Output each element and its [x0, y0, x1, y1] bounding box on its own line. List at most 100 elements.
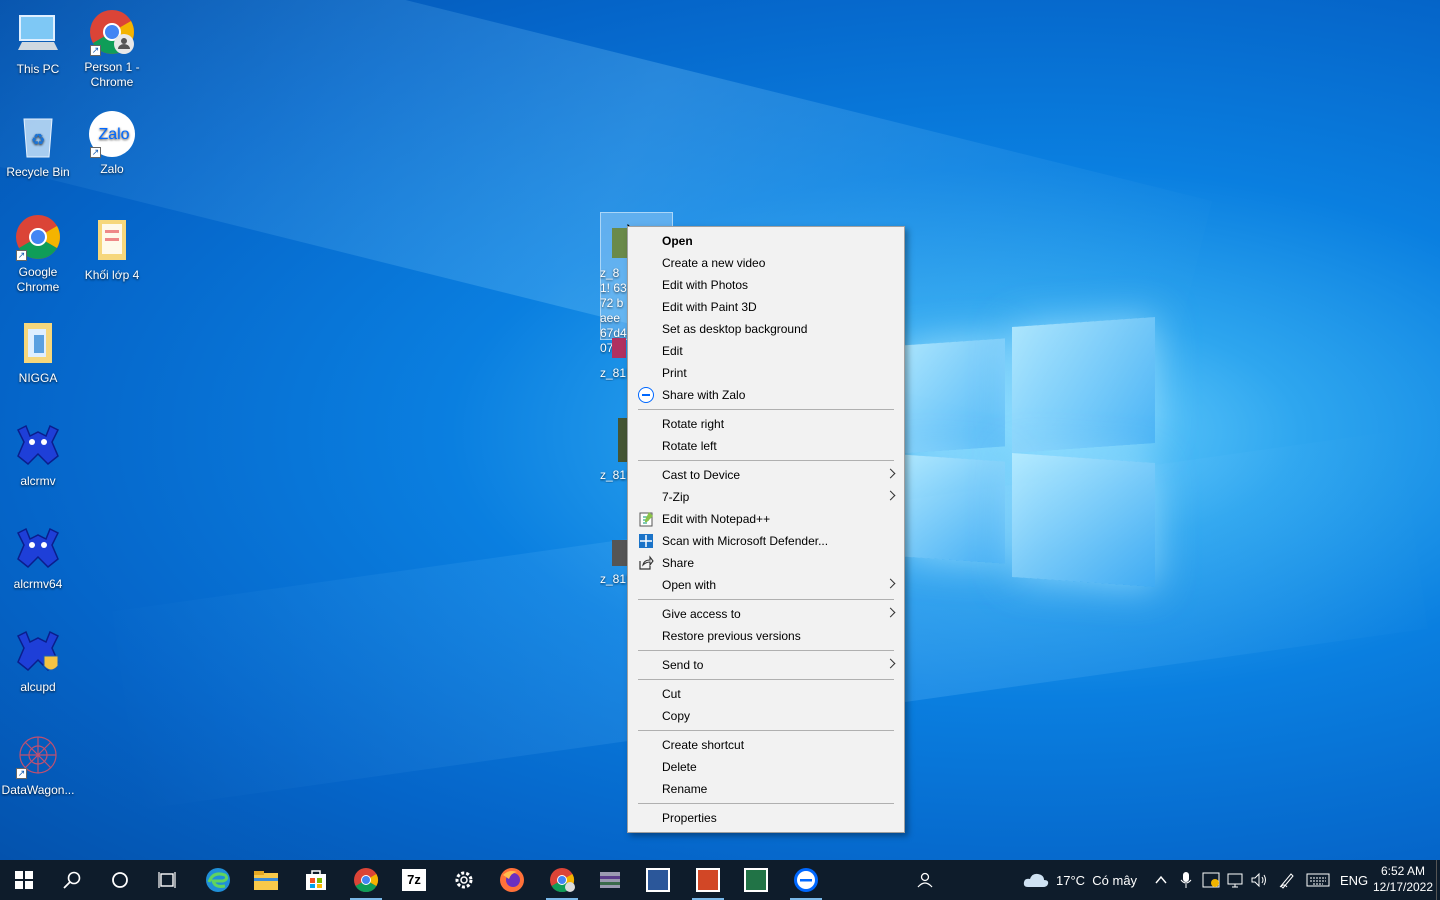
taskbar-app-winrar[interactable]: [586, 860, 634, 900]
7zip-icon: 7z: [402, 869, 426, 891]
taskbar-app-chrome[interactable]: [342, 860, 390, 900]
desktop-icon-label: Person 1 - Chrome: [84, 60, 140, 89]
menu-item-edit-with-notepadpp[interactable]: Edit with Notepad++: [628, 508, 904, 530]
menu-item-create-new-video[interactable]: Create a new video: [628, 252, 904, 274]
chevron-right-icon: [885, 468, 896, 479]
security-tray[interactable]: [1202, 860, 1220, 900]
this-pc-icon: [14, 10, 62, 58]
desktop-icon-zalo[interactable]: Zalo ↗ Zalo: [74, 110, 150, 177]
chevron-right-icon: [885, 607, 896, 618]
menu-item-rotate-right[interactable]: Rotate right: [628, 413, 904, 435]
taskbar-app-store[interactable]: [292, 860, 340, 900]
menu-item-rename[interactable]: Rename: [628, 778, 904, 800]
weather-widget[interactable]: 17°C Có mây: [1022, 860, 1137, 900]
taskbar-app-firefox[interactable]: [488, 860, 536, 900]
menu-separator: [628, 457, 904, 464]
desktop-icon-label: Khối lớp 4: [84, 268, 140, 282]
menu-item-open-with[interactable]: Open with: [628, 574, 904, 596]
pen-tray[interactable]: [1278, 860, 1296, 900]
show-desktop-button[interactable]: [1436, 860, 1440, 900]
taskbar-app-powerpoint[interactable]: [684, 860, 732, 900]
menu-item-edit[interactable]: Edit: [628, 340, 904, 362]
excel-icon: [744, 868, 768, 892]
desktop-icon-recycle-bin[interactable]: ♻ Recycle Bin: [0, 113, 76, 180]
menu-item-share[interactable]: Share: [628, 552, 904, 574]
menu-item-cast-to-device[interactable]: Cast to Device: [628, 464, 904, 486]
menu-item-edit-with-photos[interactable]: Edit with Photos: [628, 274, 904, 296]
menu-separator: [628, 596, 904, 603]
menu-item-label: Edit with Paint 3D: [662, 300, 757, 314]
menu-item-open[interactable]: Open: [628, 230, 904, 252]
desktop-icon-khoi-lop-4[interactable]: Khối lớp 4: [74, 216, 150, 283]
svg-text:♻: ♻: [31, 132, 45, 149]
desktop-icon-label: Recycle Bin: [6, 165, 70, 179]
taskbar-app-excel[interactable]: [732, 860, 780, 900]
microphone-tray[interactable]: [1180, 860, 1192, 900]
volume-tray[interactable]: [1250, 860, 1268, 900]
task-view-icon: [158, 872, 176, 888]
search-button[interactable]: [48, 860, 96, 900]
menu-item-print[interactable]: Print: [628, 362, 904, 384]
menu-item-label: Open: [662, 234, 693, 248]
desktop-icon-label: Zalo: [100, 162, 124, 176]
clock[interactable]: 6:52 AM 12/17/2022: [1368, 863, 1438, 895]
taskbar-app-zalo[interactable]: [782, 860, 830, 900]
task-view-button[interactable]: [144, 860, 192, 900]
menu-item-create-shortcut[interactable]: Create shortcut: [628, 734, 904, 756]
volume-icon: [1251, 872, 1266, 888]
desktop-icon-alcupd[interactable]: alcupd: [0, 628, 76, 695]
chevron-right-icon: [885, 658, 896, 669]
menu-separator: [628, 727, 904, 734]
show-hidden-icons-button[interactable]: [1154, 860, 1168, 900]
taskbar-app-word[interactable]: [634, 860, 682, 900]
clock-time: 6:52 AM: [1380, 864, 1426, 878]
menu-item-label: Restore previous versions: [662, 629, 801, 643]
desktop-icon-this-pc[interactable]: This PC: [0, 10, 76, 77]
menu-item-edit-with-paint3d[interactable]: Edit with Paint 3D: [628, 296, 904, 318]
pen-icon: [1279, 873, 1294, 889]
taskbar-app-chrome-profile[interactable]: [538, 860, 586, 900]
menu-item-copy[interactable]: Copy: [628, 705, 904, 727]
menu-item-label: Cut: [662, 687, 681, 701]
menu-item-properties[interactable]: Properties: [628, 807, 904, 829]
menu-item-label: Edit with Photos: [662, 278, 749, 292]
menu-item-set-desktop-background[interactable]: Set as desktop background: [628, 318, 904, 340]
desktop-icon-nigga[interactable]: NIGGA: [0, 319, 76, 386]
desktop-icon-alcrmv64[interactable]: alcrmv64: [0, 525, 76, 592]
taskbar-app-settings[interactable]: [440, 860, 488, 900]
menu-item-delete[interactable]: Delete: [628, 756, 904, 778]
zalo-icon: Zalo ↗: [88, 110, 136, 158]
network-tray[interactable]: [1226, 860, 1244, 900]
chrome-profile-icon: ↗: [88, 8, 136, 56]
menu-item-cut[interactable]: Cut: [628, 683, 904, 705]
menu-item-rotate-left[interactable]: Rotate left: [628, 435, 904, 457]
taskbar-app-edge[interactable]: [194, 860, 242, 900]
menu-item-send-to[interactable]: Send to: [628, 654, 904, 676]
desktop-icon-person1-chrome[interactable]: ↗ Person 1 - Chrome: [74, 8, 150, 90]
menu-item-7zip[interactable]: 7-Zip: [628, 486, 904, 508]
language-indicator[interactable]: ENG: [1340, 860, 1368, 900]
taskbar-app-7zip[interactable]: 7z: [390, 860, 438, 900]
menu-item-label: Create a new video: [662, 256, 766, 270]
desktop-icon-alcrmv[interactable]: alcrmv: [0, 422, 76, 489]
menu-item-share-with-zalo[interactable]: Share with Zalo: [628, 384, 904, 406]
taskbar: 7z 17°C Có mây ENG 6:52 AM 12/17/2022: [0, 860, 1440, 900]
desktop-icon-datawagon[interactable]: ↗ DataWagon...: [0, 731, 76, 798]
desktop-icon-label: alcupd: [20, 680, 56, 694]
touch-keyboard-tray[interactable]: [1306, 860, 1330, 900]
menu-item-restore-previous-versions[interactable]: Restore previous versions: [628, 625, 904, 647]
people-button[interactable]: [902, 860, 950, 900]
menu-item-give-access-to[interactable]: Give access to: [628, 603, 904, 625]
notepadpp-icon: [638, 511, 654, 527]
start-button[interactable]: [0, 860, 48, 900]
cortana-button[interactable]: [96, 860, 144, 900]
menu-item-label: Share with Zalo: [662, 388, 746, 402]
menu-separator: [628, 647, 904, 654]
desktop-icon-google-chrome[interactable]: ↗ Google Chrome: [0, 213, 76, 295]
settings-icon: [455, 871, 473, 889]
taskbar-app-file-explorer[interactable]: [242, 860, 290, 900]
menu-item-label: Give access to: [662, 607, 741, 621]
menu-item-label: Cast to Device: [662, 468, 741, 482]
edge-icon: [206, 868, 230, 892]
menu-item-scan-with-defender[interactable]: Scan with Microsoft Defender...: [628, 530, 904, 552]
